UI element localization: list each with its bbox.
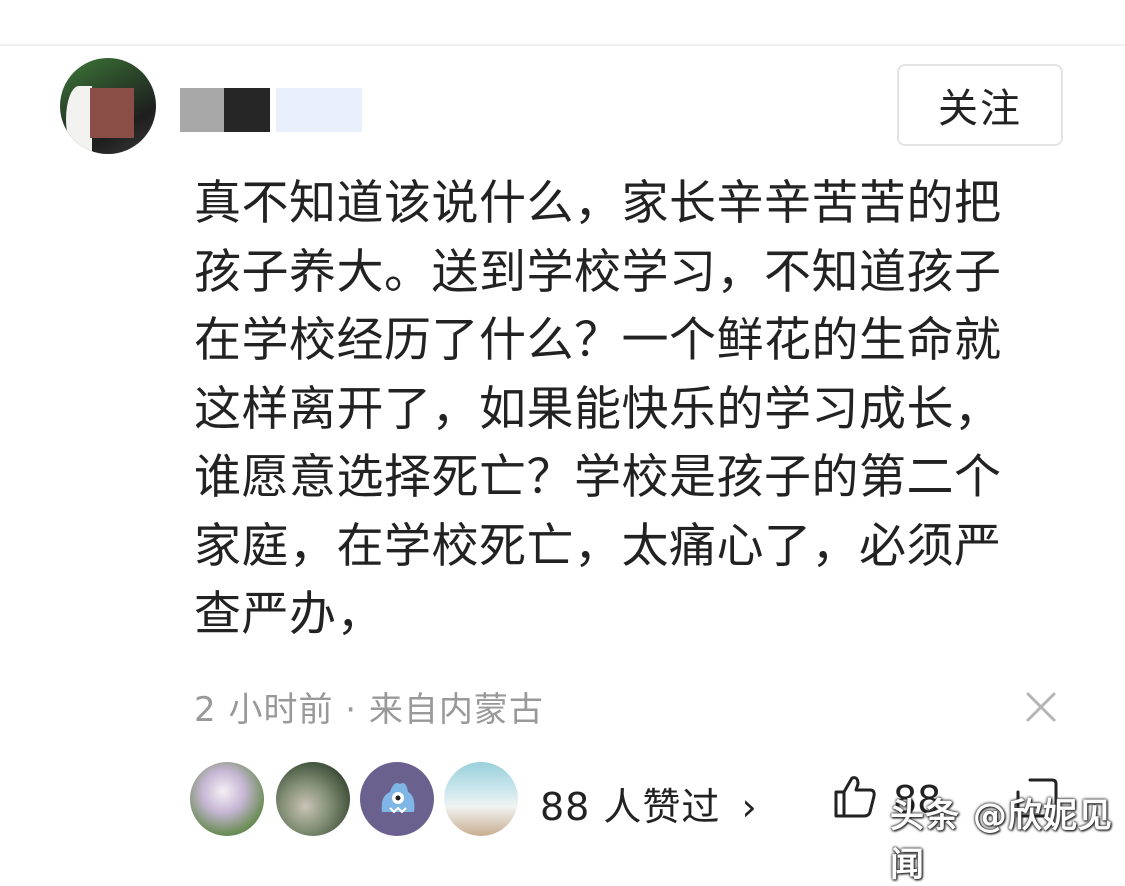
follow-button[interactable]: 关注: [897, 64, 1063, 146]
likes-summary-link[interactable]: 88 人赞过 ›: [540, 776, 758, 831]
username-redacted[interactable]: [180, 88, 370, 132]
comment-meta: 2 小时前 · 来自内蒙古: [194, 690, 544, 730]
likes-summary: 88 人赞过: [540, 785, 721, 829]
comment-text: 真不知道该说什么，家长辛辛苦苦的把孩子养大。送到学校学习，不知道孩子在学校经历了…: [194, 176, 1002, 642]
watermark: 头条 @欣妮见闻: [890, 796, 1113, 885]
chevron-right-icon: ›: [741, 785, 758, 829]
liker-avatar[interactable]: [444, 762, 518, 836]
close-icon[interactable]: [1022, 688, 1060, 726]
avatar[interactable]: [60, 58, 156, 154]
liker-avatar[interactable]: [276, 762, 350, 836]
liker-avatar[interactable]: [360, 762, 434, 836]
thumbs-up-icon[interactable]: [830, 772, 878, 820]
liker-avatar[interactable]: [190, 762, 264, 836]
top-divider: [0, 44, 1125, 46]
monster-icon: [381, 783, 415, 814]
